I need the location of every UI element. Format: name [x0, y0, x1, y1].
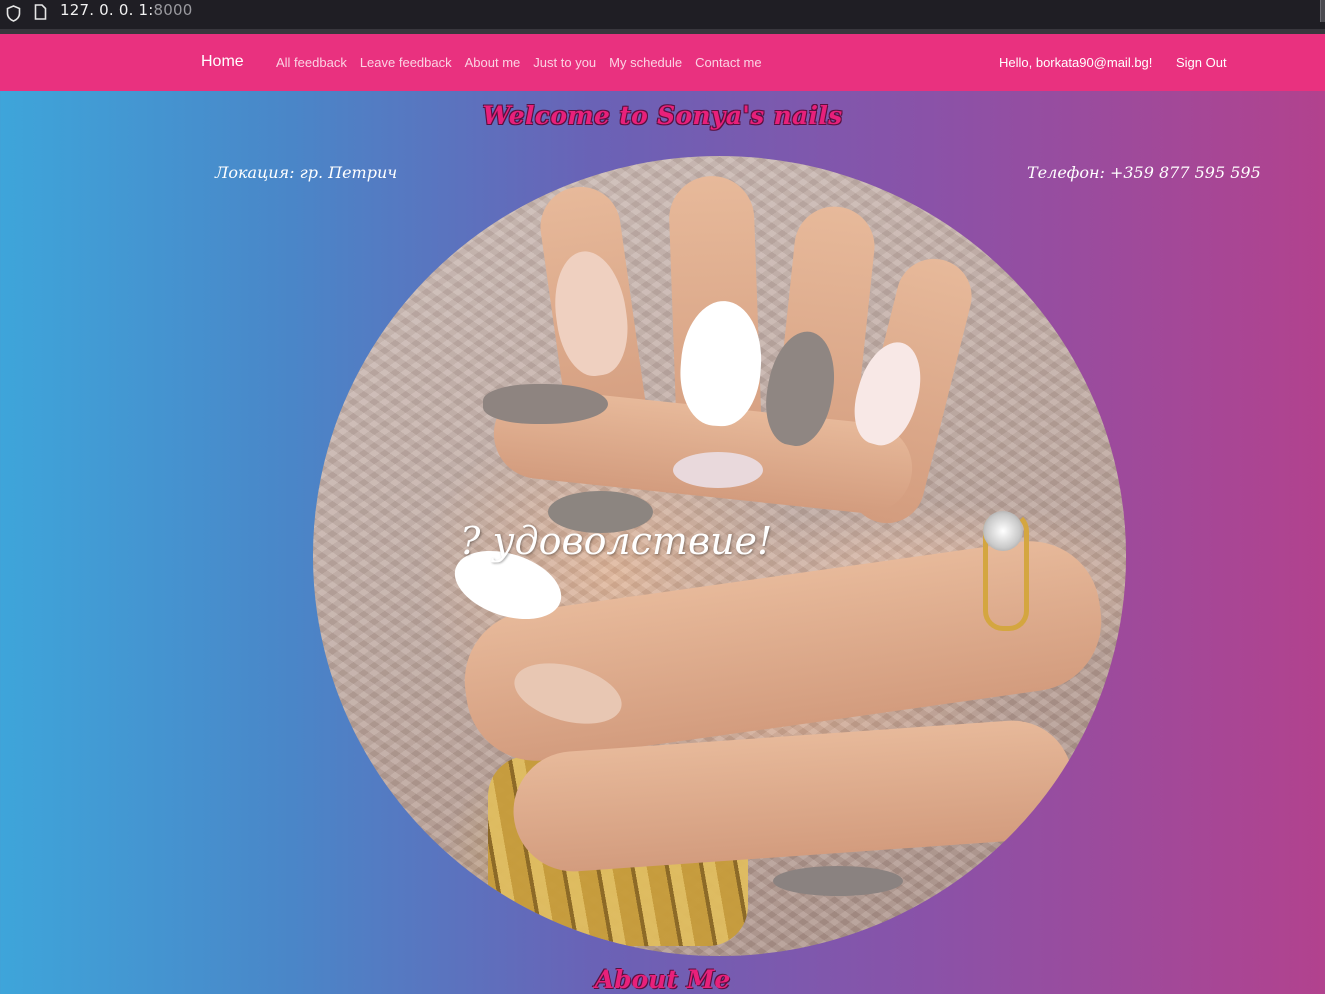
nav-link-just-to-you[interactable]: Just to you [533, 55, 596, 70]
user-greeting: Hello, borkata90@mail.bg! [999, 55, 1153, 70]
gem-graphic [983, 511, 1023, 551]
window-edge [1320, 0, 1325, 22]
browser-toolbar: 127. 0. 0. 1:8000 [0, 0, 1325, 34]
shield-icon[interactable] [6, 5, 21, 22]
url-host: 127. 0. 0. 1: [60, 1, 154, 19]
nail-graphic [483, 384, 608, 424]
nav-link-contact-me[interactable]: Contact me [695, 55, 761, 70]
url-port: 8000 [153, 1, 193, 19]
page-icon [34, 4, 47, 20]
page-title: Welcome to Sonya's nails [482, 101, 843, 130]
hero-slogan: ? удоволствие! [460, 519, 773, 563]
nav-link-about-me[interactable]: About me [465, 55, 521, 70]
nav-link-leave-feedback[interactable]: Leave feedback [360, 55, 452, 70]
nav-home-link[interactable]: Home [201, 53, 244, 71]
nail-graphic [773, 866, 903, 896]
address-bar-url[interactable]: 127. 0. 0. 1:8000 [60, 1, 193, 19]
site-navbar: Home All feedback Leave feedback About m… [0, 34, 1325, 91]
nav-link-my-schedule[interactable]: My schedule [609, 55, 682, 70]
nail-graphic [673, 452, 763, 488]
sign-out-link[interactable]: Sign Out [1176, 55, 1227, 70]
nav-link-all-feedback[interactable]: All feedback [276, 55, 347, 70]
nav-links: All feedback Leave feedback About me Jus… [276, 55, 775, 70]
about-heading: About Me [594, 965, 731, 994]
